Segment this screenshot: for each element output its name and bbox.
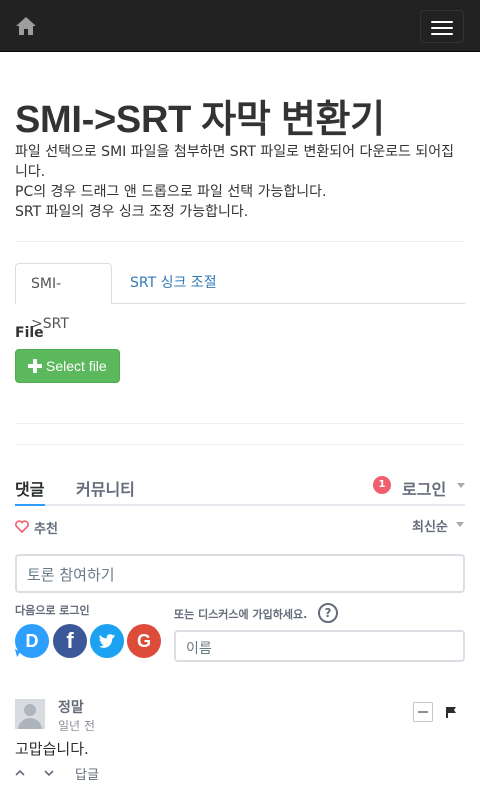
recommend-button[interactable]: 추천: [34, 518, 58, 537]
facebook-login-icon[interactable]: f: [53, 624, 87, 658]
avatar-body: [18, 718, 42, 729]
login-menu[interactable]: 로그인: [402, 476, 446, 500]
google-login-icon[interactable]: G: [127, 624, 161, 658]
heart-icon[interactable]: [15, 520, 29, 533]
hamburger-icon: [431, 21, 453, 23]
description-line: 파일 선택으로 SMI 파일을 첨부하면 SRT 파일로 변환되어 다운로드 되…: [15, 144, 455, 180]
comment-input[interactable]: 토론 참여하기: [15, 554, 465, 593]
description-line: PC의 경우 드래그 앤 드롭으로 파일 선택 가능합니다.: [15, 184, 327, 200]
flag-icon[interactable]: [445, 706, 457, 718]
disqus-nav: 댓글 커뮤니티 1 로그인: [15, 470, 465, 506]
twitter-login-icon[interactable]: [90, 624, 124, 658]
tab-srt-sync[interactable]: SRT 싱크 조절: [115, 263, 232, 304]
page-title: SMI->SRT 자막 변환기: [15, 99, 385, 141]
divider: [15, 423, 465, 424]
reply-button[interactable]: 답글: [75, 764, 99, 783]
help-icon[interactable]: ?: [318, 603, 338, 623]
description-line: SRT 파일의 경우 싱크 조정 가능합니다.: [15, 204, 249, 220]
tab-smi-srt[interactable]: SMI->SRT: [15, 263, 112, 332]
sort-dropdown[interactable]: 최신순: [412, 516, 448, 535]
plus-icon: [28, 359, 42, 373]
chevron-down-icon[interactable]: [456, 522, 464, 527]
tab-comments[interactable]: 댓글: [15, 476, 44, 500]
hamburger-icon: [431, 27, 453, 29]
chevron-down-icon[interactable]: [457, 483, 465, 488]
comment-text: 고맙습니다.: [15, 740, 89, 758]
signup-label: 또는 디스커스에 가입하세요.: [174, 608, 308, 621]
notification-badge[interactable]: 1: [373, 476, 391, 494]
avatar[interactable]: [15, 699, 45, 729]
chevron-down-icon[interactable]: [44, 768, 54, 778]
page-description: 파일 선택으로 SMI 파일을 첨부하면 SRT 파일로 변환되어 다운로드 되…: [15, 142, 465, 222]
comment-author[interactable]: 정말: [58, 697, 84, 717]
comment-time[interactable]: 일년 전: [58, 717, 95, 734]
collapse-icon[interactable]: [413, 702, 433, 722]
chevron-up-icon[interactable]: [15, 768, 25, 778]
name-field[interactable]: 이름: [174, 630, 465, 662]
home-icon[interactable]: [14, 14, 38, 38]
select-file-label: Select file: [46, 358, 107, 374]
top-navbar: [0, 0, 480, 52]
file-label: File: [15, 325, 44, 341]
select-file-button[interactable]: Select file: [15, 349, 120, 383]
twitter-bird-icon: [99, 634, 116, 648]
hamburger-icon: [431, 33, 453, 35]
divider: [15, 241, 465, 242]
disqus-login-icon[interactable]: D: [15, 624, 49, 658]
divider: [15, 444, 465, 445]
avatar-head: [24, 704, 36, 716]
login-with-label: 다음으로 로그인: [15, 604, 90, 617]
tab-community[interactable]: 커뮤니티: [76, 476, 135, 500]
navbar-toggle-button[interactable]: [420, 10, 464, 43]
converter-tabs: SMI->SRT SRT 싱크 조절: [15, 263, 465, 332]
active-tab-indicator: [15, 504, 45, 506]
